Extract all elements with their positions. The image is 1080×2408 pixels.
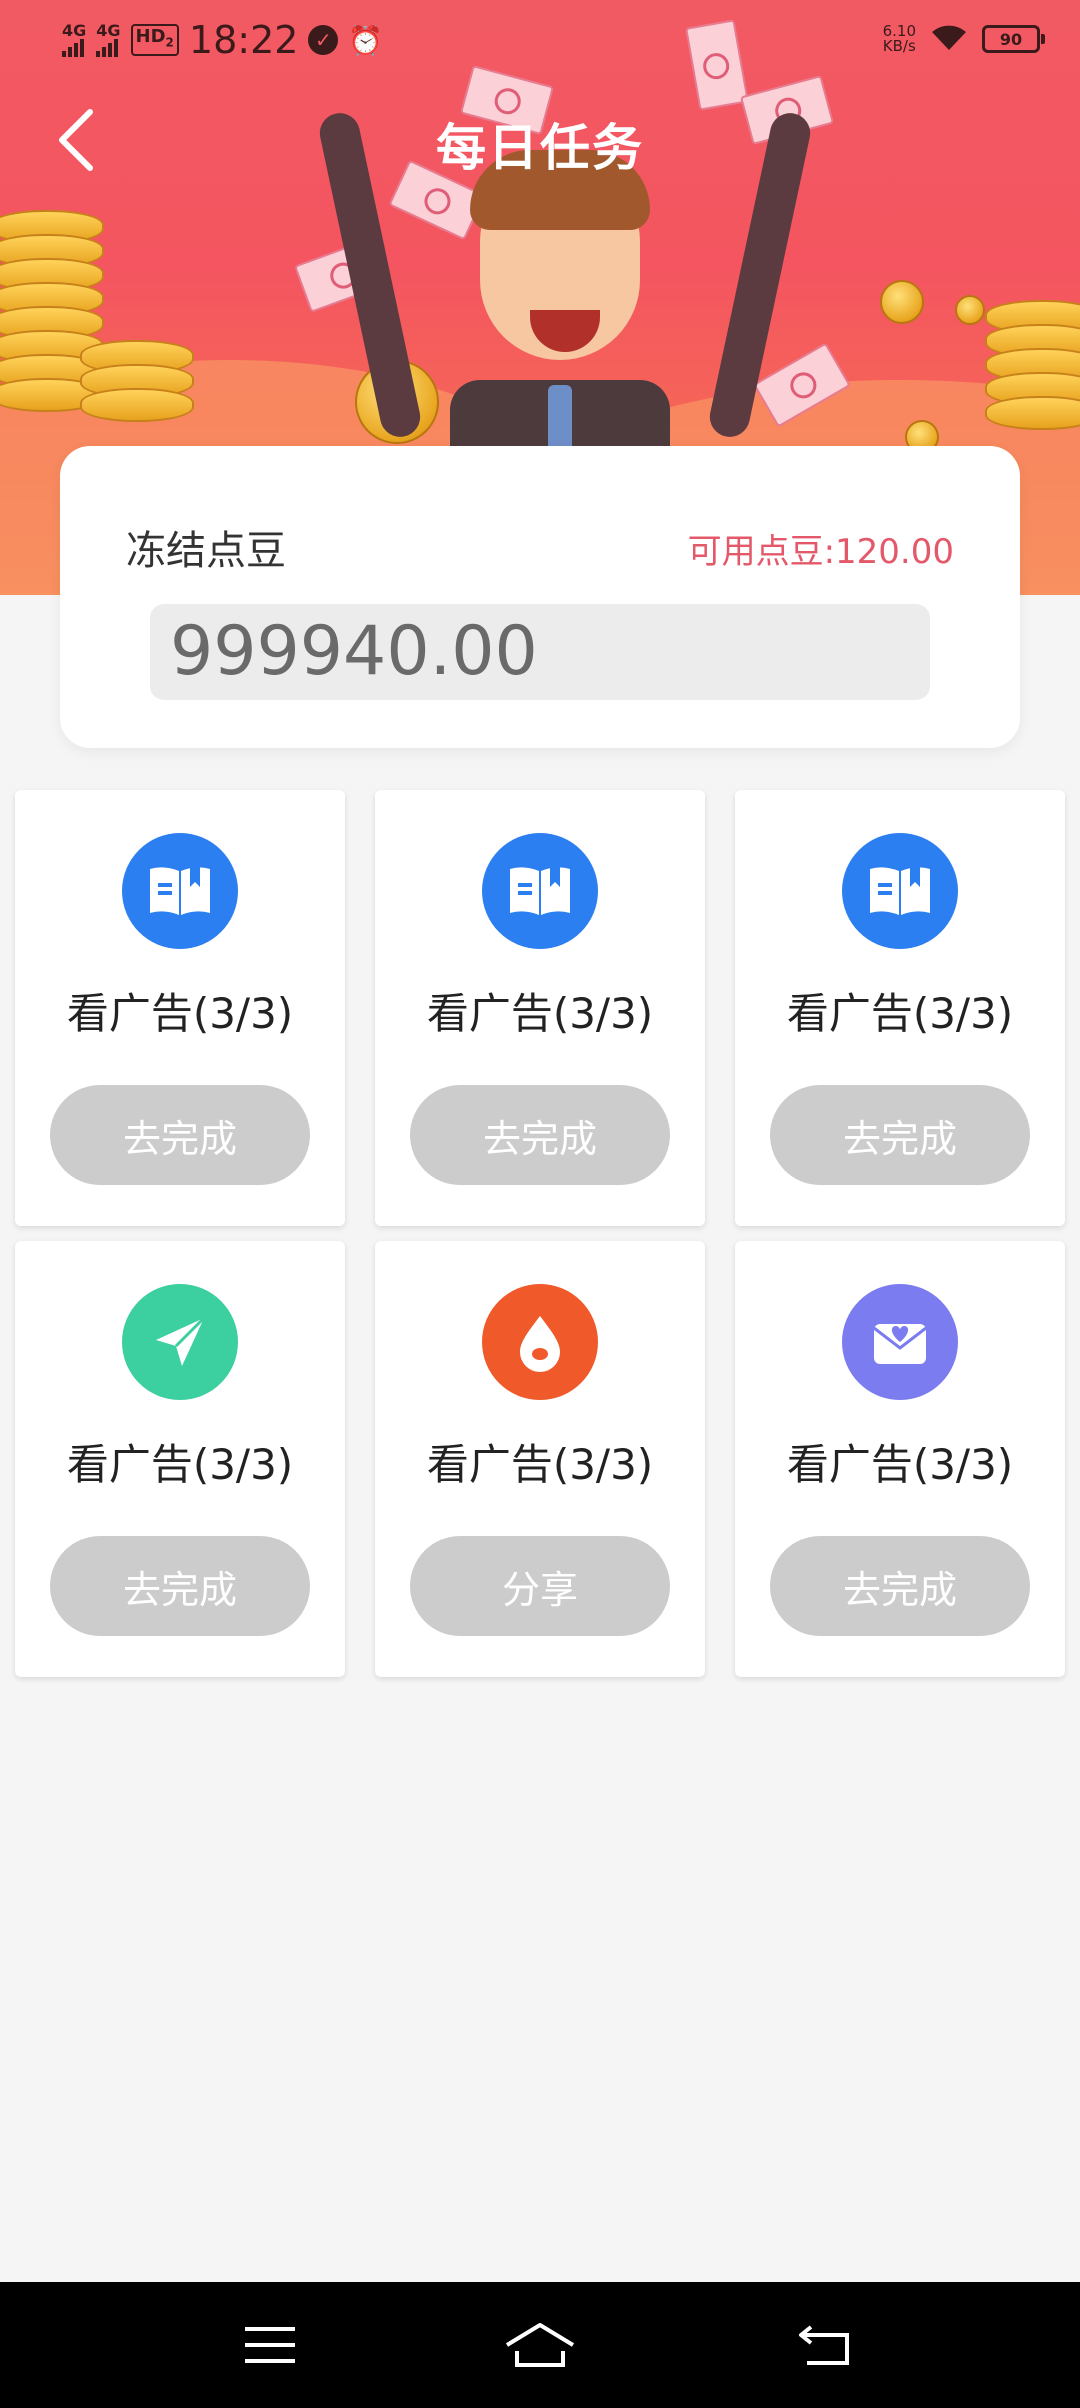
wifi-icon (930, 22, 968, 56)
task-label: 看广告(3/3) (786, 1440, 1014, 1489)
menu-button[interactable] (220, 2310, 320, 2380)
task-label: 看广告(3/3) (426, 1440, 654, 1489)
task-label: 看广告(3/3) (66, 1440, 294, 1489)
battery-icon: 90 (982, 25, 1045, 53)
network-speed: 6.10 KB/s (882, 22, 916, 55)
heart-envelope-icon (842, 1284, 958, 1400)
task-card: 看广告(3/3) 去完成 (15, 1241, 345, 1677)
cheering-man-illustration (316, 40, 814, 500)
hd-voice-icon: HD2 (130, 24, 179, 56)
gold-coin-illustration (955, 295, 985, 325)
screen: 4G 4G HD2 18:22 ✓ ⏰ 6.10 KB/s 90 每日任务 冻结… (0, 0, 1080, 2408)
task-label: 看广告(3/3) (786, 989, 1014, 1038)
frozen-beans-label: 冻结点豆 (126, 528, 286, 574)
menu-icon (245, 2327, 295, 2363)
task-card: 看广告(3/3) 分享 (375, 1241, 705, 1677)
back-arrow-icon (799, 2325, 849, 2365)
cellular-signal-icon: 4G (96, 23, 121, 57)
task-label: 看广告(3/3) (66, 989, 294, 1038)
frozen-beans-value: 999940.00 (150, 604, 930, 700)
book-icon (122, 833, 238, 949)
home-icon (505, 2323, 575, 2367)
gold-coin-illustration (880, 280, 924, 324)
task-card: 看广告(3/3) 去完成 (735, 1241, 1065, 1677)
task-label: 看广告(3/3) (426, 989, 654, 1038)
go-complete-button[interactable]: 去完成 (770, 1085, 1030, 1185)
go-complete-button[interactable]: 去完成 (50, 1085, 310, 1185)
go-complete-button[interactable]: 去完成 (410, 1085, 670, 1185)
paper-plane-icon (122, 1284, 238, 1400)
go-complete-button[interactable]: 去完成 (770, 1536, 1030, 1636)
back-nav-button[interactable] (775, 2310, 875, 2380)
battery-level: 90 (999, 29, 1023, 49)
share-button[interactable]: 分享 (410, 1536, 670, 1636)
book-icon (842, 833, 958, 949)
status-time: 18:22 (188, 18, 299, 62)
task-card: 看广告(3/3) 去完成 (375, 790, 705, 1226)
alarm-icon: ⏰ (348, 23, 384, 57)
go-complete-button[interactable]: 去完成 (50, 1536, 310, 1636)
home-button[interactable] (490, 2310, 590, 2380)
check-circle-icon: ✓ (308, 25, 339, 55)
page-title: 每日任务 (436, 119, 644, 177)
flame-drop-icon (482, 1284, 598, 1400)
balance-card: 冻结点豆 可用点豆:120.00 999940.00 (60, 446, 1020, 748)
available-beans-label: 可用点豆:120.00 (687, 532, 954, 572)
system-nav-bar (0, 2282, 1080, 2408)
status-bar: 4G 4G HD2 18:22 ✓ ⏰ 6.10 KB/s 90 (0, 0, 1080, 84)
book-icon (482, 833, 598, 949)
task-card: 看广告(3/3) 去完成 (735, 790, 1065, 1226)
cellular-signal-icon: 4G (62, 23, 86, 57)
task-card: 看广告(3/3) 去完成 (15, 790, 345, 1226)
